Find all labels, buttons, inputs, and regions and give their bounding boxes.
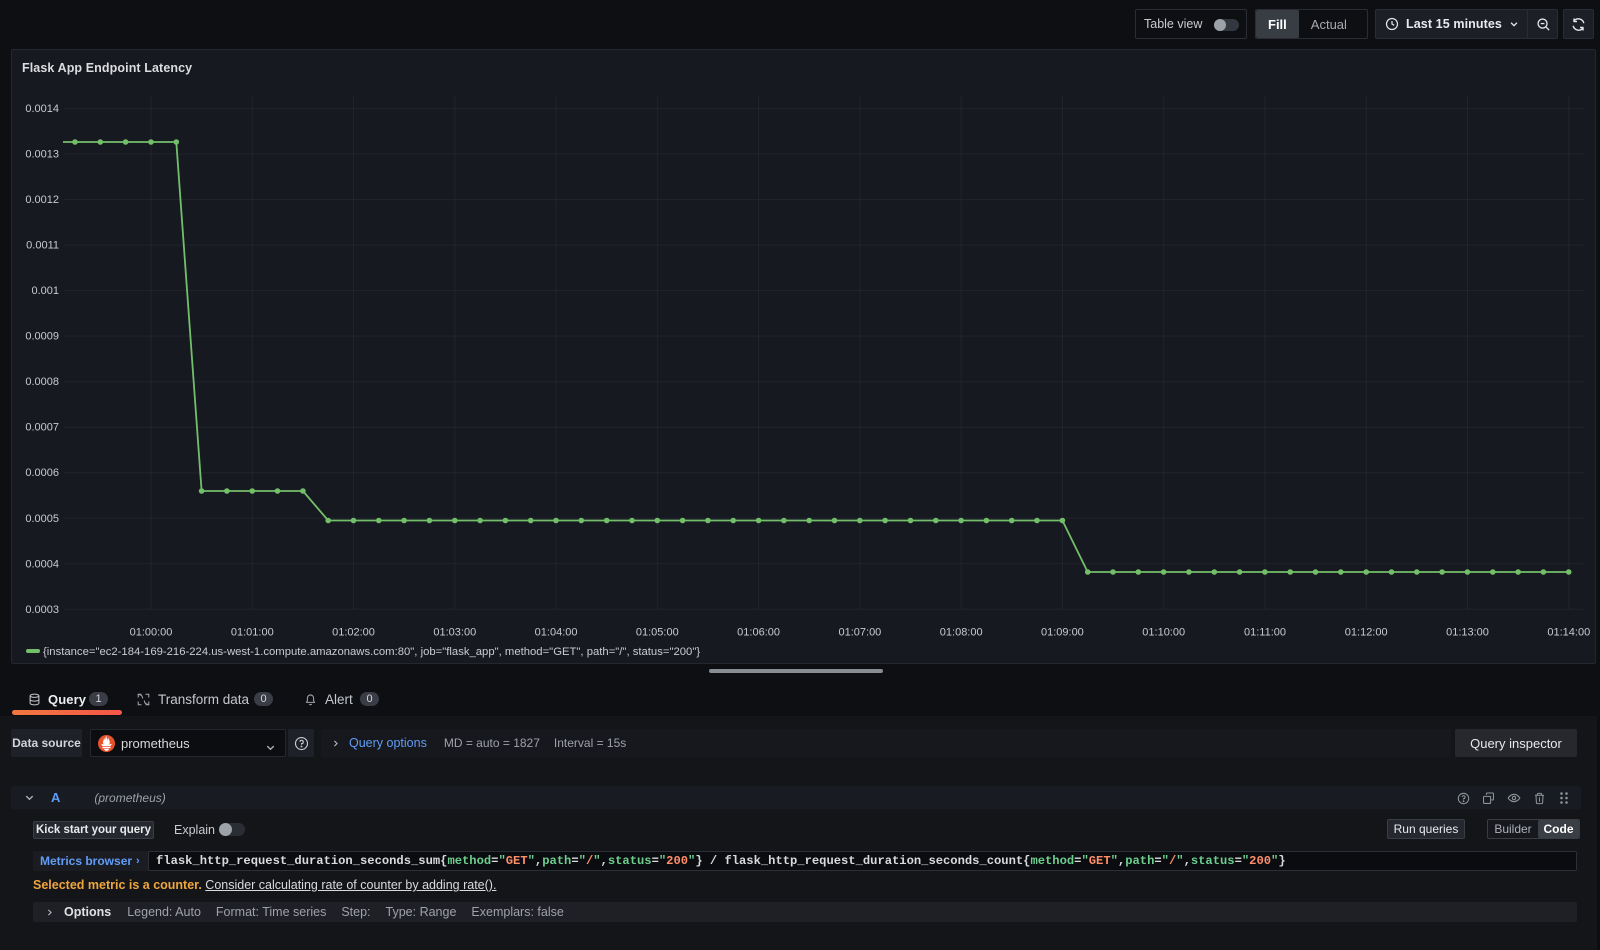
svg-text:0.001: 0.001: [31, 285, 59, 297]
svg-text:01:07:00: 01:07:00: [838, 627, 881, 639]
svg-text:0.0006: 0.0006: [25, 467, 59, 479]
svg-text:01:00:00: 01:00:00: [130, 627, 173, 639]
svg-text:0.0008: 0.0008: [25, 376, 59, 388]
svg-text:01:01:00: 01:01:00: [231, 627, 274, 639]
svg-text:0.0004: 0.0004: [25, 558, 59, 570]
svg-text:01:10:00: 01:10:00: [1142, 627, 1185, 639]
svg-text:0.0014: 0.0014: [25, 103, 59, 115]
svg-text:01:03:00: 01:03:00: [433, 627, 476, 639]
svg-text:0.0012: 0.0012: [25, 194, 59, 206]
svg-text:01:04:00: 01:04:00: [535, 627, 578, 639]
svg-text:01:11:00: 01:11:00: [1244, 627, 1286, 639]
svg-text:0.0009: 0.0009: [25, 331, 59, 343]
svg-text:01:08:00: 01:08:00: [940, 627, 983, 639]
svg-text:01:13:00: 01:13:00: [1446, 627, 1489, 639]
svg-text:01:14:00: 01:14:00: [1547, 627, 1590, 639]
svg-text:01:06:00: 01:06:00: [737, 627, 780, 639]
svg-text:01:12:00: 01:12:00: [1345, 627, 1388, 639]
svg-text:01:02:00: 01:02:00: [332, 627, 375, 639]
svg-text:0.0005: 0.0005: [25, 513, 59, 525]
svg-text:01:09:00: 01:09:00: [1041, 627, 1084, 639]
svg-text:01:05:00: 01:05:00: [636, 627, 679, 639]
svg-text:{instance="ec2-184-169-216-224: {instance="ec2-184-169-216-224.us-west-1…: [43, 646, 700, 658]
svg-text:0.0013: 0.0013: [25, 149, 59, 161]
svg-text:0.0011: 0.0011: [26, 240, 59, 252]
svg-text:0.0007: 0.0007: [25, 422, 59, 434]
svg-text:0.0003: 0.0003: [25, 604, 59, 616]
